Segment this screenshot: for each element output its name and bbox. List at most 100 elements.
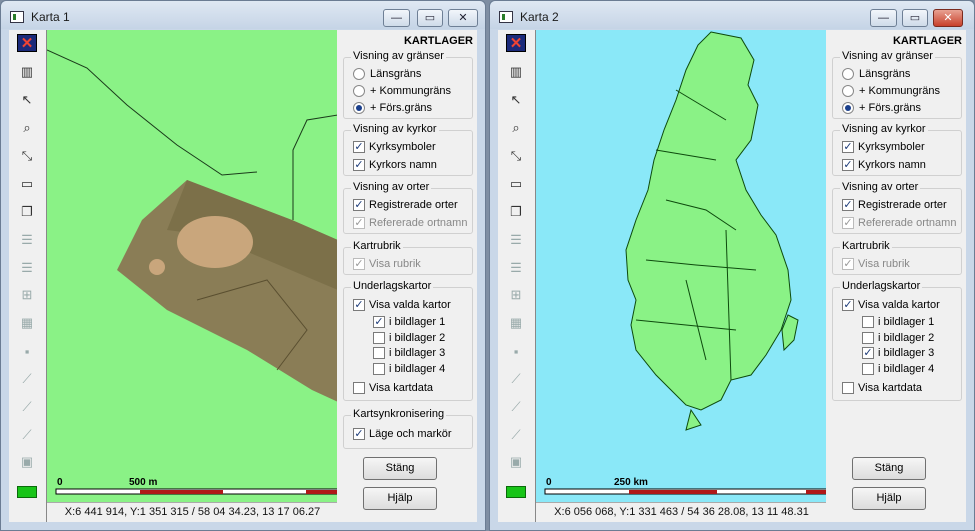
point-icon[interactable]: ▪ [506, 342, 526, 360]
layers-icon[interactable]: ▥ [17, 63, 37, 81]
checkbox-icon[interactable]: ✓ [842, 299, 854, 311]
line-icon[interactable]: ⟋ [17, 370, 37, 388]
copy-icon[interactable]: ❐ [17, 203, 37, 221]
list-icon[interactable]: ☰ [506, 259, 526, 277]
grid-icon[interactable]: ▦ [506, 314, 526, 332]
map-view[interactable]: 0 500 m X:6 441 914, Y:1 351 315 / 58 04… [46, 30, 337, 522]
radio-lansgrans[interactable]: Länsgräns [353, 68, 421, 80]
help-button[interactable]: Hjälp [363, 487, 437, 510]
checkbox-icon[interactable] [862, 316, 874, 328]
copy-icon[interactable]: ❐ [506, 203, 526, 221]
checkbox-icon[interactable]: ✓ [373, 316, 385, 328]
close-button[interactable]: ✕ [933, 9, 963, 27]
checkbox-icon[interactable]: ✓ [862, 347, 874, 359]
list-icon[interactable]: ☰ [17, 259, 37, 277]
checkbox-bildlager-2[interactable]: i bildlager 2 [862, 332, 934, 344]
titlebar[interactable]: Karta 1 — ▭ ✕ [1, 1, 485, 29]
radio-icon[interactable] [353, 68, 365, 80]
map-view[interactable]: 0 250 km X:6 056 068, Y:1 331 463 / 54 3… [535, 30, 826, 522]
checkbox-bildlager-1[interactable]: i bildlager 1 [862, 316, 934, 328]
radio-icon[interactable] [842, 68, 854, 80]
maximize-button[interactable]: ▭ [902, 9, 928, 27]
radio-icon[interactable] [353, 102, 365, 114]
checkbox-lage-och-markor[interactable]: ✓ Läge och markör [353, 428, 452, 440]
zoom-icon[interactable]: ⌕ [506, 119, 526, 137]
ruler-icon[interactable]: ▭ [506, 175, 526, 193]
help-button[interactable]: Hjälp [852, 487, 926, 510]
checkbox-bildlager-3[interactable]: ✓ i bildlager 3 [862, 347, 934, 359]
zoom-icon[interactable]: ⌕ [17, 119, 37, 137]
pointer-icon[interactable]: ↖ [506, 91, 526, 109]
minimize-button[interactable]: — [383, 9, 410, 27]
checkbox-kyrksymboler[interactable]: ✓ Kyrksymboler [842, 141, 925, 153]
checkbox-icon[interactable]: ✓ [842, 141, 854, 153]
line-icon[interactable]: ⟋ [17, 426, 37, 444]
line-icon[interactable]: ⟋ [506, 370, 526, 388]
point-icon[interactable]: ▪ [17, 342, 37, 360]
radio-icon[interactable] [353, 85, 365, 97]
checkbox-registrerade-orter[interactable]: ✓ Registrerade orter [842, 199, 947, 211]
close-button[interactable]: ✕ [448, 9, 478, 27]
close-map-button[interactable]: Stäng [363, 457, 437, 480]
maximize-button[interactable]: ▭ [417, 9, 443, 27]
checkbox-visa-kartdata[interactable]: Visa kartdata [842, 382, 922, 394]
checkbox-bildlager-4[interactable]: i bildlager 4 [373, 363, 445, 375]
checkbox-icon[interactable] [373, 332, 385, 344]
tree-icon[interactable]: ⊞ [17, 286, 37, 304]
line-icon[interactable]: ⟋ [506, 398, 526, 416]
checkbox-bildlager-4[interactable]: i bildlager 4 [862, 363, 934, 375]
checkbox-visa-valda-kartor[interactable]: ✓ Visa valda kartor [842, 299, 940, 311]
tree-icon[interactable]: ⊞ [506, 286, 526, 304]
marker-icon[interactable]: ▣ [17, 453, 37, 471]
checkbox-icon[interactable]: ✓ [353, 141, 365, 153]
coordinate-icon[interactable]: ⤡ [506, 147, 526, 165]
checkbox-bildlager-2[interactable]: i bildlager 2 [373, 332, 445, 344]
coordinate-icon[interactable]: ⤡ [17, 147, 37, 165]
radio-icon[interactable] [842, 85, 854, 97]
radio-kommungrans[interactable]: + Kommungräns [353, 85, 451, 97]
checkbox-icon[interactable] [842, 382, 854, 394]
list-icon[interactable]: ☰ [17, 231, 37, 249]
checkbox-registrerade-orter[interactable]: ✓ Registrerade orter [353, 199, 458, 211]
close-x-icon[interactable]: ✕ [506, 34, 526, 52]
checkbox-icon[interactable]: ✓ [842, 159, 854, 171]
checkbox-icon[interactable]: ✓ [353, 159, 365, 171]
line-icon[interactable]: ⟋ [506, 426, 526, 444]
checkbox-icon[interactable]: ✓ [353, 428, 365, 440]
close-x-icon[interactable]: ✕ [17, 34, 37, 52]
radio-forsgrans[interactable]: + Förs.gräns [353, 102, 432, 114]
checkbox-bildlager-1[interactable]: ✓ i bildlager 1 [373, 316, 445, 328]
checkbox-bildlager-3[interactable]: i bildlager 3 [373, 347, 445, 359]
checkbox-icon[interactable]: ✓ [842, 199, 854, 211]
checkbox-icon[interactable] [862, 363, 874, 375]
layers-icon[interactable]: ▥ [506, 63, 526, 81]
checkbox-kyrkors-namn[interactable]: ✓ Kyrkors namn [842, 159, 926, 171]
radio-kommungrans[interactable]: + Kommungräns [842, 85, 940, 97]
checkbox-kyrkors-namn[interactable]: ✓ Kyrkors namn [353, 159, 437, 171]
titlebar[interactable]: Karta 2 — ▭ ✕ [490, 1, 974, 29]
checkbox-icon[interactable] [373, 363, 385, 375]
grid-icon[interactable]: ▦ [17, 314, 37, 332]
minimize-button[interactable]: — [870, 9, 897, 27]
checkbox-icon[interactable] [373, 347, 385, 359]
checkbox-icon[interactable]: ✓ [353, 199, 365, 211]
pointer-icon[interactable]: ↖ [17, 91, 37, 109]
ruler-icon[interactable]: ▭ [17, 175, 37, 193]
checkbox-icon[interactable]: ✓ [353, 299, 365, 311]
map-canvas[interactable] [47, 30, 337, 502]
radio-icon[interactable] [842, 102, 854, 114]
checkbox-visa-valda-kartor[interactable]: ✓ Visa valda kartor [353, 299, 451, 311]
line-icon[interactable]: ⟋ [17, 398, 37, 416]
radio-lansgrans[interactable]: Länsgräns [842, 68, 910, 80]
green-swatch-icon[interactable] [17, 486, 37, 498]
checkbox-visa-kartdata[interactable]: Visa kartdata [353, 382, 433, 394]
checkbox-kyrksymboler[interactable]: ✓ Kyrksymboler [353, 141, 436, 153]
radio-forsgrans[interactable]: + Förs.gräns [842, 102, 921, 114]
marker-icon[interactable]: ▣ [506, 453, 526, 471]
green-swatch-icon[interactable] [506, 486, 526, 498]
checkbox-icon[interactable] [862, 332, 874, 344]
close-map-button[interactable]: Stäng [852, 457, 926, 480]
map-canvas[interactable] [536, 30, 826, 502]
checkbox-icon[interactable] [353, 382, 365, 394]
list-icon[interactable]: ☰ [506, 231, 526, 249]
